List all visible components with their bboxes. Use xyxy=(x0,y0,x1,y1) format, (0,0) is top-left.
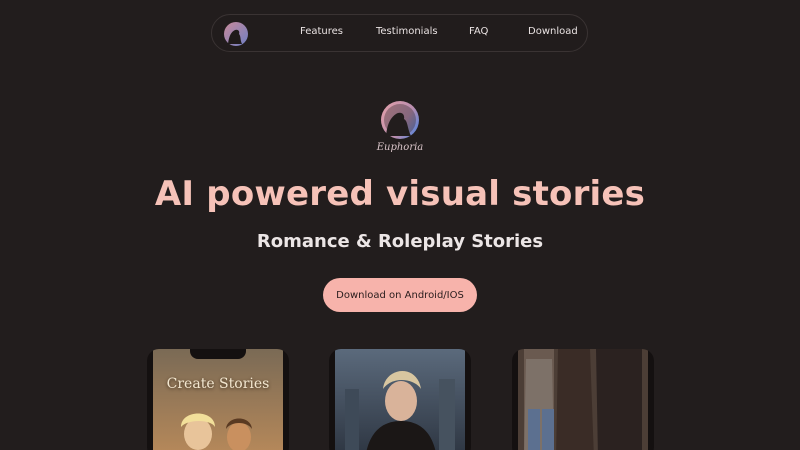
download-button[interactable]: Download on Android/IOS xyxy=(323,278,477,312)
brand-logo-text: Euphoria xyxy=(376,142,424,153)
logo-icon[interactable] xyxy=(222,21,250,47)
phone-screen-2 xyxy=(335,349,465,450)
top-nav: Features Testimonials FAQ Download xyxy=(211,14,588,52)
couple-illustration xyxy=(153,349,283,450)
nav-link-download[interactable]: Download xyxy=(528,26,578,37)
phone-mockup-2 xyxy=(329,349,471,450)
nav-link-testimonials[interactable]: Testimonials xyxy=(376,26,438,37)
phone-mockup-3 xyxy=(512,349,654,450)
hero-title: AI powered visual stories xyxy=(154,174,646,214)
brand-logo-icon: Euphoria xyxy=(376,101,424,153)
nav-link-features[interactable]: Features xyxy=(300,26,343,37)
nav-link-faq[interactable]: FAQ xyxy=(469,26,488,37)
couple-walking-illustration xyxy=(518,349,648,450)
phone-screen-1: Create Stories xyxy=(153,349,283,450)
phone-screen-3 xyxy=(518,349,648,450)
man-leather-jacket-illustration xyxy=(335,349,465,450)
phone-caption: Create Stories xyxy=(166,376,270,392)
phone-notch xyxy=(190,349,246,359)
hero-subtitle: Romance & Roleplay Stories xyxy=(256,231,544,252)
phone-mockup-1: Create Stories xyxy=(147,349,289,450)
